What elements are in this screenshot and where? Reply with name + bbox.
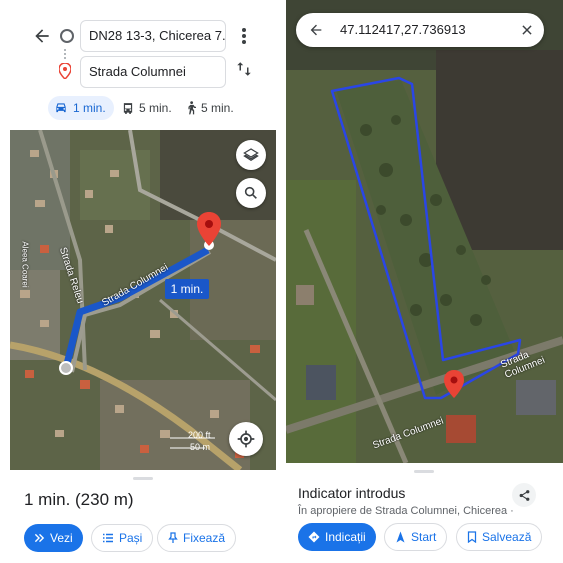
- house-roof: [446, 415, 476, 443]
- walk-icon: [188, 101, 196, 115]
- pin-button[interactable]: Fixează: [157, 524, 237, 552]
- start-navigation-button[interactable]: Start: [384, 523, 448, 551]
- destination-pin-icon: [58, 62, 72, 84]
- steps-label: Pași: [119, 531, 143, 545]
- layers-icon: [243, 148, 259, 162]
- save-button[interactable]: Salvează: [456, 523, 543, 551]
- route-map[interactable]: Strada Columnei Strada Releu Aleea Coare…: [10, 130, 276, 470]
- destination-field[interactable]: Strada Columnei: [80, 56, 226, 88]
- search-icon: [244, 186, 257, 199]
- directions-button[interactable]: Indicații: [298, 523, 376, 551]
- scale-feet: 200 ft: [188, 430, 211, 440]
- origin-field[interactable]: DN28 13-3, Chicerea 7...: [80, 20, 226, 52]
- route-summary-sheet: 1 min. (230 m) Vezi Pași Fixează: [10, 470, 276, 563]
- drag-handle[interactable]: [133, 477, 153, 480]
- mode-time: 1 min.: [73, 101, 106, 115]
- start-button[interactable]: Vezi: [24, 524, 83, 552]
- save-label: Salvează: [482, 530, 532, 544]
- place-sheet: Indicator introdus În apropiere de Strad…: [286, 463, 563, 563]
- back-arrow-icon[interactable]: [32, 26, 52, 46]
- mode-transit[interactable]: 5 min.: [116, 96, 180, 120]
- swap-icon[interactable]: [235, 60, 253, 83]
- place-address: În apropiere de Strada Columnei, Chicere…: [298, 505, 514, 517]
- pin-label: Fixează: [183, 531, 226, 545]
- bus-icon: [123, 102, 133, 114]
- mode-time: 5 min.: [201, 101, 234, 115]
- chevrons-right-icon: [34, 533, 45, 543]
- share-button[interactable]: [512, 483, 536, 507]
- start-label: Vezi: [50, 531, 73, 545]
- drag-handle[interactable]: [414, 470, 434, 473]
- house-roof: [306, 365, 336, 400]
- scale-meters: 50 m: [190, 442, 211, 452]
- street-label: Aleea Coarei: [20, 241, 30, 288]
- back-arrow-icon[interactable]: [308, 22, 324, 43]
- satellite-map-right[interactable]: Strada Columnei Strada Columnei 47.11241…: [286, 0, 563, 463]
- satellite-map: [286, 0, 563, 463]
- search-bar[interactable]: 47.112417,27.736913: [296, 13, 544, 47]
- satellite-map: [10, 130, 276, 470]
- coordinates-query[interactable]: 47.112417,27.736913: [340, 22, 466, 37]
- directions-header: DN28 13-3, Chicerea 7... Strada Columnei…: [0, 0, 283, 128]
- more-options-icon[interactable]: [238, 26, 250, 46]
- directions-screen: DN28 13-3, Chicerea 7... Strada Columnei…: [0, 0, 283, 563]
- layers-button[interactable]: [236, 140, 266, 170]
- place-title: Indicator introdus: [298, 485, 406, 501]
- my-location-icon: [237, 430, 255, 448]
- dropped-pin-screen: Strada Columnei Strada Columnei 47.11241…: [286, 0, 563, 563]
- route-summary: 1 min. (230 m): [24, 490, 134, 509]
- directions-icon: [308, 531, 320, 543]
- steps-button[interactable]: Pași: [91, 524, 154, 552]
- route-start-dot: [59, 361, 73, 375]
- mode-driving[interactable]: 1 min.: [48, 96, 114, 120]
- mode-time: 5 min.: [139, 101, 172, 115]
- start-navigation-label: Start: [411, 530, 437, 544]
- close-icon[interactable]: [520, 23, 534, 42]
- navigation-arrow-icon: [396, 531, 405, 543]
- pin-icon: [168, 532, 178, 543]
- car-icon: [56, 103, 66, 113]
- travel-modes: 1 min. 5 min. 5 min.: [0, 92, 283, 122]
- route-dots-icon: [60, 47, 66, 61]
- search-button[interactable]: [236, 178, 266, 208]
- directions-label: Indicații: [325, 530, 366, 544]
- mode-walking[interactable]: 5 min.: [180, 96, 242, 120]
- list-icon: [103, 533, 113, 543]
- my-location-button[interactable]: [229, 422, 263, 456]
- bookmark-icon: [467, 531, 477, 543]
- route-time-label: 1 min.: [165, 279, 209, 299]
- share-icon: [519, 489, 529, 501]
- origin-dot-icon: [60, 29, 74, 43]
